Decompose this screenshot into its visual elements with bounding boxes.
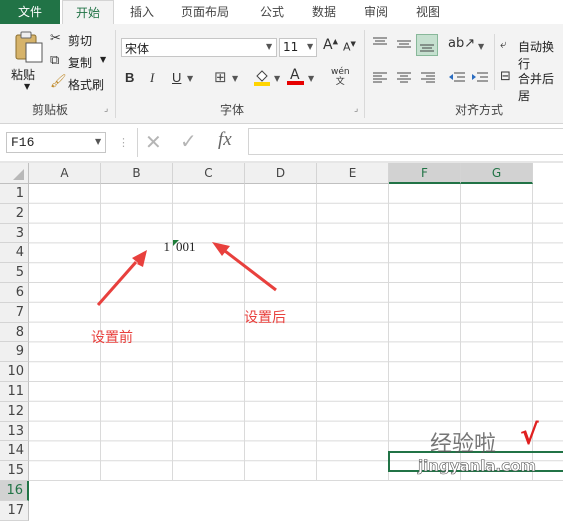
row-header-16[interactable]: 16 xyxy=(0,481,29,501)
annotation-arrows xyxy=(96,242,277,306)
watermark-url: jingyanla.com xyxy=(418,457,537,476)
annotation-before: 设置前 xyxy=(91,330,133,346)
row-header-17[interactable]: 17 xyxy=(0,500,29,521)
watermark-check: √ xyxy=(520,418,539,451)
watermark-title: 经验啦 xyxy=(430,432,497,457)
annotation-after: 设置后 xyxy=(244,310,286,326)
